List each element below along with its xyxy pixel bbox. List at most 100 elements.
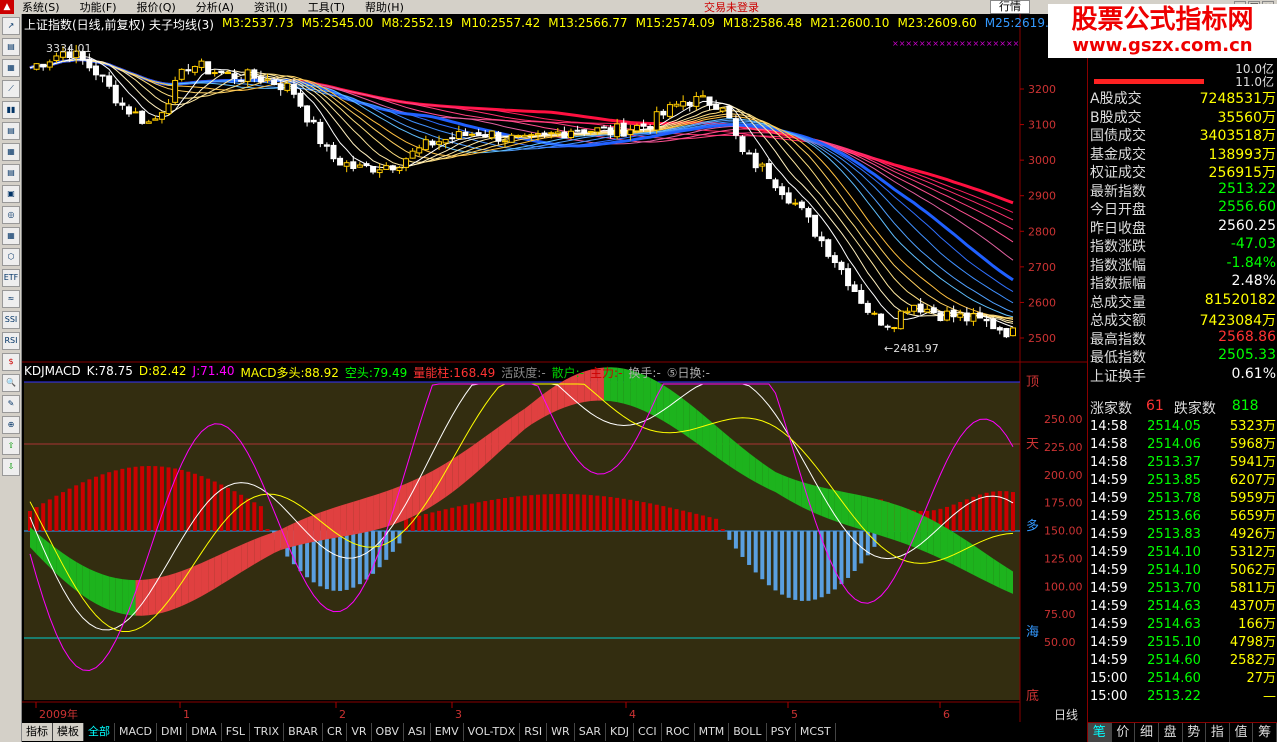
tab-emv[interactable]: EMV <box>431 723 464 741</box>
tab-全部[interactable]: 全部 <box>84 723 115 741</box>
tick-row: 15:00 2513.22 — <box>1090 688 1276 706</box>
tab-psy[interactable]: PSY <box>767 723 796 741</box>
tab-template[interactable]: 模板 <box>53 723 84 741</box>
macd-bar <box>733 531 738 549</box>
indicator-y-tick-label: 250.00 <box>1044 413 1083 426</box>
tab-boll[interactable]: BOLL <box>729 723 767 741</box>
stat-value: 2568.86 <box>1218 328 1276 345</box>
hex-icon[interactable]: ⬡ <box>2 248 20 266</box>
tab-brar[interactable]: BRAR <box>284 723 324 741</box>
tab-sar[interactable]: SAR <box>575 723 607 741</box>
tick-row: 15:00 2514.60 27万 <box>1090 670 1276 688</box>
menu-help[interactable]: 帮助(H) <box>365 0 404 15</box>
tab-dmi[interactable]: DMI <box>157 723 188 741</box>
down-arrow-icon[interactable]: ⇩ <box>2 458 20 476</box>
tab-asi[interactable]: ASI <box>404 723 431 741</box>
macd-bar <box>760 531 765 580</box>
box-icon[interactable]: ▣ <box>2 185 20 203</box>
stat-label: 总成交量 <box>1090 294 1146 311</box>
move-icon[interactable]: ⊕ <box>2 416 20 434</box>
list-icon[interactable]: ▤ <box>2 38 20 56</box>
dollar-icon[interactable]: $ <box>2 353 20 371</box>
line-icon[interactable]: ⟋ <box>2 80 20 98</box>
menu-quote[interactable]: 报价(Q) <box>137 0 176 15</box>
indicator-label: 换手:- <box>628 366 661 380</box>
tab-macd[interactable]: MACD <box>115 723 157 741</box>
bars-icon[interactable]: ▮▮ <box>2 101 20 119</box>
etf-icon[interactable]: ETF <box>2 269 20 287</box>
macd-bar <box>192 473 197 531</box>
band-segment <box>795 479 802 508</box>
macd-bar <box>54 495 59 531</box>
tick-row: 14:59 2514.10 5062万 <box>1090 562 1276 580</box>
macd-bar <box>542 494 547 531</box>
table2-icon[interactable]: ▤ <box>2 164 20 182</box>
macd-bar <box>252 502 257 531</box>
grid2-icon[interactable]: ▦ <box>2 143 20 161</box>
ssi-icon[interactable]: SSI <box>2 311 20 329</box>
right-tab[interactable]: 笔 <box>1088 723 1112 742</box>
menu-analysis[interactable]: 分析(A) <box>196 0 234 15</box>
tab-kdj[interactable]: KDJ <box>606 723 634 741</box>
macd-bar <box>489 499 494 531</box>
menu-system[interactable]: 系统(S) <box>22 0 60 15</box>
tick-price: 2513.70 <box>1147 581 1201 596</box>
macd-bar <box>978 494 983 531</box>
period-label[interactable]: 日线 <box>1054 706 1078 723</box>
grid-icon[interactable]: ▦ <box>2 59 20 77</box>
tab-dma[interactable]: DMA <box>187 723 222 741</box>
tab-mtm[interactable]: MTM <box>695 723 730 741</box>
up-arrow-icon[interactable]: ⇧ <box>2 437 20 455</box>
stat-value: -1.84% <box>1226 254 1276 271</box>
tab-indicator[interactable]: 指标 <box>22 723 53 741</box>
macd-bar <box>661 506 666 531</box>
tick-price: 2513.85 <box>1147 473 1201 488</box>
stat-value: 2556.60 <box>1218 199 1276 215</box>
stat-value: -47.03 <box>1230 236 1276 252</box>
right-tab[interactable]: 细 <box>1135 723 1159 742</box>
tick-volume: 6207万 <box>1229 473 1276 488</box>
tab-obv[interactable]: OBV <box>372 723 404 741</box>
tab-fsl[interactable]: FSL <box>222 723 250 741</box>
macd-bar <box>714 518 719 531</box>
tab-cci[interactable]: CCI <box>634 723 662 741</box>
grid3-icon[interactable]: ▦ <box>2 227 20 245</box>
trend-icon[interactable]: ↗ <box>2 17 20 35</box>
stat-row: 指数涨跌 -47.03 <box>1090 236 1276 255</box>
tab-vol-tdx[interactable]: VOL-TDX <box>464 723 521 741</box>
tab-roc[interactable]: ROC <box>662 723 695 741</box>
quote-button[interactable]: 行情 <box>990 0 1030 14</box>
candle <box>317 118 324 148</box>
table-icon[interactable]: ▤ <box>2 122 20 140</box>
zone-label: 天 <box>1026 437 1039 452</box>
tab-mcst[interactable]: MCST <box>796 723 836 741</box>
tick-price: 2514.10 <box>1147 545 1201 560</box>
right-tab[interactable]: 指 <box>1206 723 1230 742</box>
circle-icon[interactable]: ◎ <box>2 206 20 224</box>
tab-wr[interactable]: WR <box>547 723 575 741</box>
menu-tools[interactable]: 工具(T) <box>308 0 345 15</box>
band-segment <box>834 490 842 524</box>
macd-bar <box>87 479 92 531</box>
macd-bar <box>397 531 402 544</box>
right-tab[interactable]: 筹 <box>1253 723 1277 742</box>
trade-status[interactable]: 交易未登录 <box>704 0 759 15</box>
ma-label: M8:2552.19 <box>381 16 453 30</box>
right-tab[interactable]: 价 <box>1112 723 1136 742</box>
right-tab[interactable]: 势 <box>1183 723 1207 742</box>
wave-icon[interactable]: ≈ <box>2 290 20 308</box>
band-segment <box>287 523 294 549</box>
tab-cr[interactable]: CR <box>323 723 348 741</box>
tab-trix[interactable]: TRIX <box>250 723 285 741</box>
rsi-icon[interactable]: RSI <box>2 332 20 350</box>
right-tab[interactable]: 值 <box>1230 723 1254 742</box>
tab-rsi[interactable]: RSI <box>520 723 548 741</box>
menu-info[interactable]: 资讯(I) <box>254 0 288 15</box>
search-icon[interactable]: 🔍 <box>2 374 20 392</box>
right-tab[interactable]: 盘 <box>1159 723 1183 742</box>
menu-function[interactable]: 功能(F) <box>80 0 117 15</box>
macd-bar <box>634 500 639 531</box>
pencil-icon[interactable]: ✎ <box>2 395 20 413</box>
macd-bar <box>93 476 98 531</box>
tab-vr[interactable]: VR <box>347 723 372 741</box>
